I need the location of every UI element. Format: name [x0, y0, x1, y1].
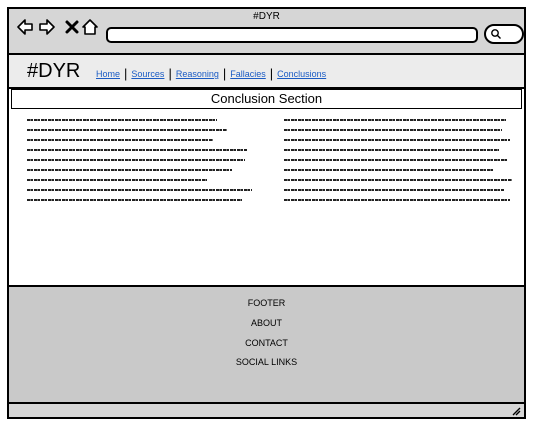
content-area [9, 109, 524, 287]
placeholder-line [27, 189, 252, 191]
placeholder-line [284, 129, 502, 131]
nav-link-conclusions[interactable]: Conclusions [277, 69, 326, 79]
forward-arrow-icon[interactable] [39, 19, 55, 35]
footer-heading: FOOTER [247, 298, 286, 308]
nav-link-fallacies[interactable]: Fallacies [230, 69, 266, 79]
placeholder-line [27, 149, 247, 151]
search-field[interactable] [484, 24, 524, 44]
placeholder-line [284, 169, 494, 171]
placeholder-line [284, 179, 512, 181]
nav-link-reasoning[interactable]: Reasoning [176, 69, 219, 79]
placeholder-text-right [284, 119, 512, 209]
placeholder-line [27, 199, 242, 201]
nav-link-sources[interactable]: Sources [131, 69, 164, 79]
site-brand: #DYR [27, 60, 81, 82]
placeholder-line [284, 139, 510, 141]
placeholder-line [284, 159, 508, 161]
placeholder-line [284, 119, 506, 121]
address-bar[interactable] [106, 27, 478, 43]
site-navbar: #DYR Home | Sources | Reasoning | Fallacies | Co… [9, 55, 524, 89]
footer-link-social[interactable]: SOCIAL LINKS [9, 357, 524, 367]
home-icon[interactable] [82, 19, 98, 35]
placeholder-line [27, 159, 245, 161]
browser-toolbar: #DYR [9, 9, 524, 55]
footer-link-contact[interactable]: CONTACT [9, 338, 524, 348]
resize-grip-icon[interactable] [511, 406, 521, 416]
placeholder-line [27, 139, 213, 141]
browser-window: #DYR #DYR Home | Sources | Reasoning | Fallaci… [7, 7, 526, 419]
nav-separator: | [269, 66, 274, 81]
close-icon[interactable] [64, 19, 80, 35]
nav-separator: | [168, 66, 172, 81]
placeholder-line [27, 169, 232, 171]
placeholder-line [284, 199, 510, 201]
back-arrow-icon[interactable] [17, 19, 33, 35]
placeholder-text-left [27, 119, 255, 209]
placeholder-line [27, 179, 207, 181]
nav-separator: | [222, 66, 227, 81]
search-icon [491, 29, 501, 39]
section-title: Conclusion Section [11, 89, 522, 109]
site-footer: FOOTER ABOUT CONTACT SOCIAL LINKS [9, 287, 524, 404]
placeholder-line [284, 149, 499, 151]
placeholder-line [27, 129, 227, 131]
placeholder-line [27, 119, 217, 121]
status-bar [9, 402, 524, 417]
footer-link-about[interactable]: ABOUT [9, 318, 524, 328]
placeholder-line [284, 189, 504, 191]
nav-link-home[interactable]: Home [96, 69, 120, 79]
nav-separator: | [124, 66, 128, 81]
nav-links: Home | Sources | Reasoning | Fallacies | Conclus… [96, 65, 326, 81]
